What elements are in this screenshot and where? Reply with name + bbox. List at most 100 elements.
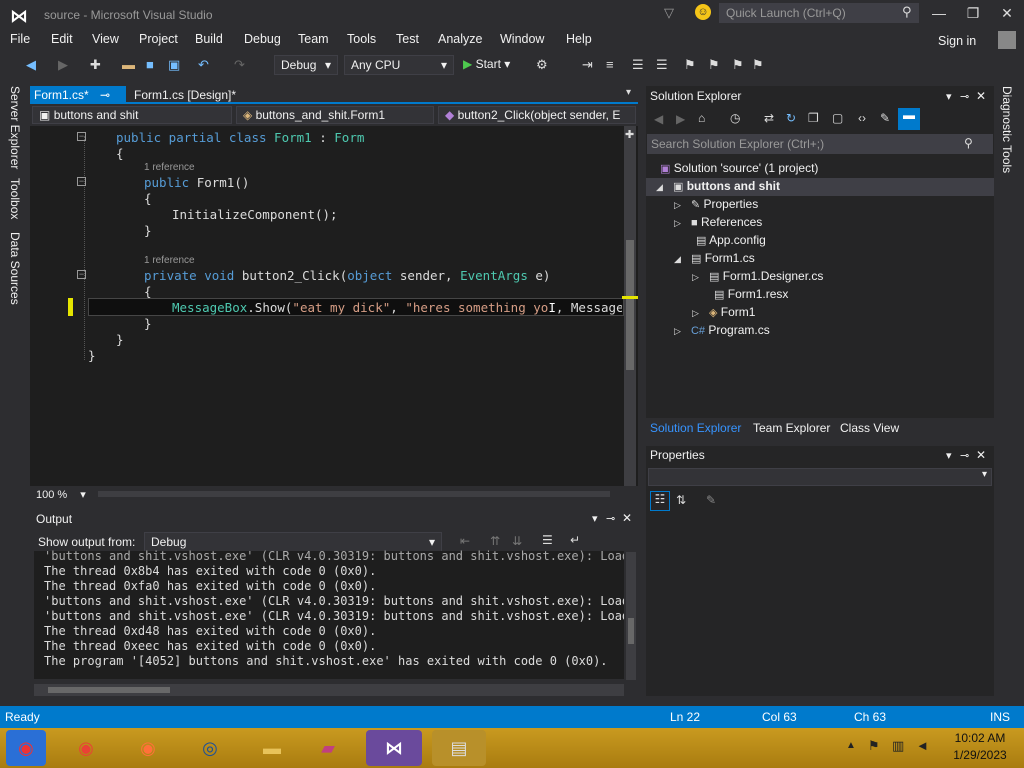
new-project-icon[interactable]: ✚ (90, 57, 101, 73)
split-icon[interactable]: ✚ (625, 128, 634, 141)
step-icon[interactable]: ⇥ (582, 57, 593, 73)
menu-tools[interactable]: Tools (347, 32, 376, 46)
tree-app-config[interactable]: ▤ App.config (696, 233, 766, 247)
output-next-icon[interactable]: ⇊ (512, 534, 522, 548)
toolbox-tab[interactable]: Toolbox (8, 178, 22, 219)
tab-class-view[interactable]: Class View (840, 421, 899, 435)
scrollbar-thumb[interactable] (628, 618, 634, 644)
close-icon[interactable]: ✕ (976, 448, 986, 462)
visual-studio-taskbar-icon[interactable]: ⋈ (366, 730, 422, 766)
tab-form1-design[interactable]: Form1.cs [Design]* (130, 86, 240, 104)
menu-project[interactable]: Project (139, 32, 178, 46)
scrollbar-thumb[interactable] (48, 687, 170, 693)
notification-filter-icon[interactable]: ▽ (664, 5, 674, 21)
feedback-smiley-icon[interactable]: ☺ (695, 4, 711, 20)
server-explorer-tab[interactable]: Server Explorer (8, 86, 22, 169)
sync-icon[interactable]: ⇄ (764, 111, 774, 125)
clear-all-icon[interactable]: ☰ (542, 533, 553, 547)
code-lens-reference[interactable]: 1 reference (144, 255, 195, 266)
history-icon[interactable]: ◷ (730, 111, 740, 125)
class-dropdown[interactable]: ◈ buttons_and_shit.Form1 (236, 106, 434, 124)
alphabetical-icon[interactable]: ⇅ (676, 493, 686, 507)
project-dropdown[interactable]: ▣ buttons and shit (32, 106, 232, 124)
minimize-icon[interactable]: — (928, 5, 950, 21)
back-icon[interactable]: ◀ (26, 57, 36, 73)
save-all-icon[interactable]: ▣ (168, 57, 180, 73)
toolbar-tool-icon[interactable]: ⚙ (536, 57, 548, 73)
close-icon[interactable]: ✕ (622, 511, 632, 525)
quick-launch-input[interactable]: Quick Launch (Ctrl+Q) (719, 3, 919, 23)
tree-form1-resx[interactable]: ▤ Form1.resx (714, 287, 788, 301)
tree-solution[interactable]: ▣ Solution 'source' (1 project) (660, 161, 818, 175)
chrome-icon[interactable]: ◉ (66, 730, 106, 766)
volume-icon[interactable]: ◄ (916, 738, 929, 753)
show-all-files-icon[interactable]: ▢ (832, 111, 843, 125)
tab-team-explorer[interactable]: Team Explorer (753, 421, 830, 435)
solution-search-input[interactable]: Search Solution Explorer (Ctrl+;) (647, 134, 993, 154)
close-icon[interactable]: ✕ (976, 89, 986, 103)
fold-toggle[interactable]: − (77, 270, 86, 279)
tab-overflow-icon[interactable]: ▾ (626, 87, 631, 98)
diagnostic-tools-tab[interactable]: Diagnostic Tools (1000, 86, 1014, 173)
file-explorer-icon[interactable]: ▬ (252, 730, 292, 766)
home-icon[interactable]: ⌂ (698, 111, 705, 125)
tab-solution-explorer[interactable]: Solution Explorer (650, 421, 741, 435)
member-dropdown[interactable]: ◆ button2_Click(object sender, E (438, 106, 636, 124)
forward-icon[interactable]: ▶ (676, 112, 685, 126)
menu-help[interactable]: Help (566, 32, 592, 46)
word-wrap-icon[interactable]: ↵ (570, 533, 580, 547)
chevron-down-icon[interactable]: ▾ (946, 449, 952, 462)
bookmark-icon[interactable]: ⚑ (684, 57, 696, 73)
avatar[interactable] (998, 31, 1016, 49)
view-code-icon[interactable]: ‹› (858, 111, 866, 125)
config-dropdown[interactable]: Debug ▾ (274, 55, 338, 75)
code-lens-reference[interactable]: 1 reference (144, 162, 195, 173)
taskbar-app-icon[interactable]: ◉ (6, 730, 46, 766)
menu-view[interactable]: View (92, 32, 119, 46)
taskbar-app-icon[interactable]: ◎ (190, 730, 230, 766)
forward-icon[interactable]: ▶ (58, 57, 68, 73)
output-find-icon[interactable]: ⇤ (460, 534, 470, 548)
menu-test[interactable]: Test (396, 32, 419, 46)
property-pages-icon[interactable]: ✎ (706, 493, 716, 507)
pin-icon[interactable]: ⊸ (960, 90, 969, 103)
taskbar-app-icon[interactable]: ▤ (432, 730, 486, 766)
categorized-icon[interactable]: ☷ (650, 491, 670, 511)
fold-toggle[interactable]: − (77, 132, 86, 141)
bookmark-clear-icon[interactable]: ⚑ (752, 57, 764, 73)
output-prev-icon[interactable]: ⇈ (490, 534, 500, 548)
fold-toggle[interactable]: − (77, 177, 86, 186)
tree-properties[interactable]: ▷ ✎ Properties (674, 197, 758, 211)
redo-icon[interactable]: ↷ (234, 57, 245, 73)
bookmark-next-icon[interactable]: ⚑ (732, 57, 744, 73)
collapse-all-icon[interactable]: ❐ (808, 111, 819, 125)
properties-object-dropdown[interactable]: ▾ (648, 468, 992, 486)
pin-icon[interactable]: ⊸ (960, 449, 969, 462)
taskbar-app-icon[interactable]: ▰ (308, 730, 348, 766)
platform-dropdown[interactable]: Any CPU ▾ (344, 55, 454, 75)
clock-time[interactable]: 10:02 AM (950, 731, 1010, 745)
pin-icon[interactable]: ⊸ (606, 512, 615, 525)
menu-window[interactable]: Window (500, 32, 544, 46)
menu-team[interactable]: Team (298, 32, 329, 46)
start-button[interactable]: ▶ Start ▾ (463, 57, 510, 71)
pin-icon[interactable]: ⊸ (100, 88, 110, 102)
undo-icon[interactable]: ↶ (198, 57, 209, 73)
tree-form1-designer[interactable]: ▷ ▤ Form1.Designer.cs (692, 269, 823, 283)
search-icon[interactable]: ⚲ (902, 4, 912, 20)
flag-icon[interactable]: ⚑ (868, 738, 880, 754)
output-vertical-scrollbar[interactable] (626, 552, 636, 680)
menu-debug[interactable]: Debug (244, 32, 281, 46)
menu-file[interactable]: File (10, 32, 30, 46)
indent-icon[interactable]: ☰ (632, 57, 644, 73)
outdent-icon[interactable]: ☰ (656, 57, 668, 73)
align-icon[interactable]: ≡ (606, 57, 614, 72)
preview-icon[interactable]: ▬ (898, 108, 920, 130)
tree-program-cs[interactable]: ▷ C# Program.cs (674, 323, 770, 337)
chevron-down-icon[interactable]: ▾ (946, 90, 952, 103)
firefox-icon[interactable]: ◉ (128, 730, 168, 766)
sign-in-link[interactable]: Sign in (938, 34, 976, 48)
menu-edit[interactable]: Edit (51, 32, 73, 46)
maximize-icon[interactable]: ❐ (962, 5, 984, 22)
search-icon[interactable]: ⚲ (964, 136, 973, 150)
